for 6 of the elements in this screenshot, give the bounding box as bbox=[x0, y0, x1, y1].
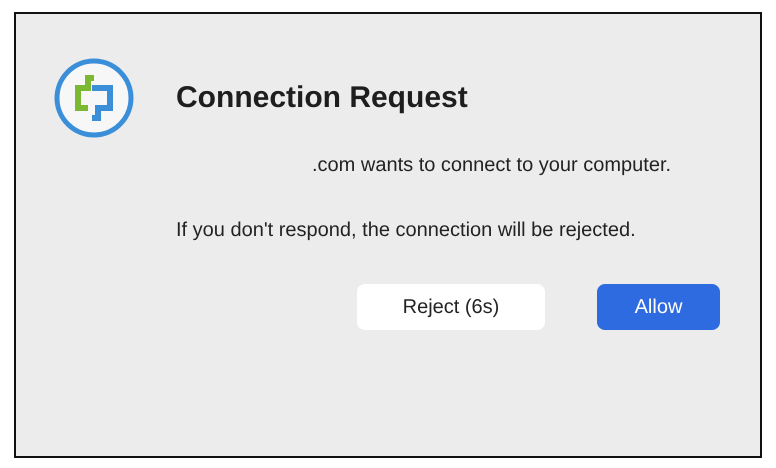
allow-button[interactable]: Allow bbox=[597, 284, 720, 330]
message-text: .com wants to connect to your computer. bbox=[311, 153, 672, 178]
app-logo-icon bbox=[54, 58, 134, 138]
note-text: If you don't respond, the connection will be rejected. bbox=[176, 218, 637, 243]
reject-button[interactable]: Reject (6s) bbox=[357, 284, 545, 330]
dialog-title: Connection Request bbox=[176, 81, 468, 115]
